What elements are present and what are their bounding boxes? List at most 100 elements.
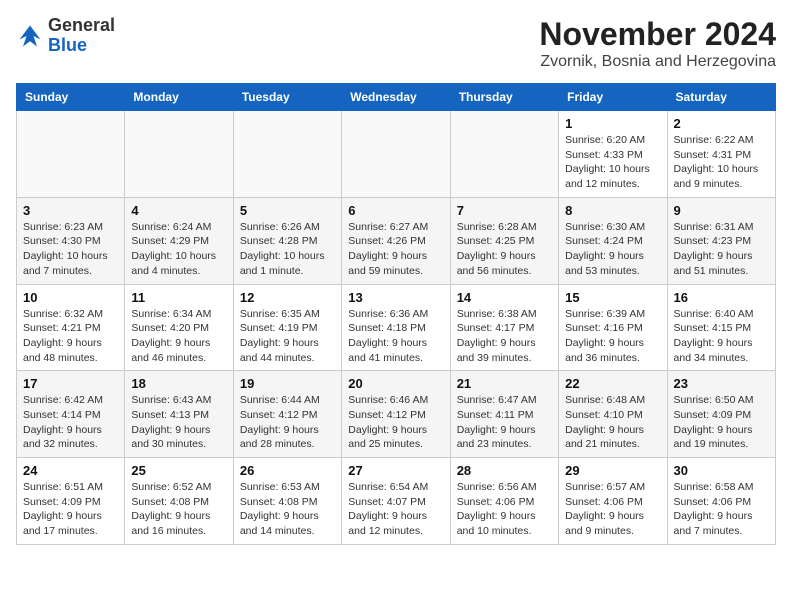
calendar-cell: 15Sunrise: 6:39 AM Sunset: 4:16 PM Dayli… (559, 284, 667, 371)
calendar-cell: 19Sunrise: 6:44 AM Sunset: 4:12 PM Dayli… (233, 371, 341, 458)
day-number: 25 (131, 463, 226, 478)
calendar-cell: 21 Sunrise: 6:47 AM Sunset: 4:11 PM Dayli… (450, 371, 558, 458)
day-info: Sunrise: 6:38 AM Sunset: 4:17 PM Dayligh… (457, 307, 552, 366)
calendar-cell: 16 Sunrise: 6:40 AM Sunset: 4:15 PM Dayli… (667, 284, 775, 371)
calendar-cell: 13Sunrise: 6:36 AM Sunset: 4:18 PM Dayli… (342, 284, 450, 371)
logo-blue-text: Blue (48, 36, 115, 56)
day-number: 10 (23, 290, 118, 305)
day-number: 17 (23, 376, 118, 391)
day-number: 3 (23, 203, 118, 218)
calendar-table: SundayMondayTuesdayWednesdayThursdayFrid… (16, 83, 776, 545)
day-info: Sunrise: 6:26 AM Sunset: 4:28 PM Dayligh… (240, 220, 335, 279)
logo-icon (16, 22, 44, 50)
weekday-header-saturday: Saturday (667, 84, 775, 111)
calendar-cell: 17 Sunrise: 6:42 AM Sunset: 4:14 PM Dayli… (17, 371, 125, 458)
weekday-header-friday: Friday (559, 84, 667, 111)
month-year-title: November 2024 (539, 16, 776, 53)
day-info: Sunrise: 6:24 AM Sunset: 4:29 PM Dayligh… (131, 220, 226, 279)
day-number: 11 (131, 290, 226, 305)
calendar-cell (342, 111, 450, 198)
day-info: Sunrise: 6:43 AM Sunset: 4:13 PM Dayligh… (131, 393, 226, 452)
calendar-cell: 27 Sunrise: 6:54 AM Sunset: 4:07 PM Dayli… (342, 458, 450, 545)
calendar-cell: 7 Sunrise: 6:28 AM Sunset: 4:25 PM Daylig… (450, 197, 558, 284)
calendar-cell: 30Sunrise: 6:58 AM Sunset: 4:06 PM Dayli… (667, 458, 775, 545)
day-number: 1 (565, 116, 660, 131)
week-row-5: 24Sunrise: 6:51 AM Sunset: 4:09 PM Dayli… (17, 458, 776, 545)
calendar-cell: 1 Sunrise: 6:20 AM Sunset: 4:33 PM Daylig… (559, 111, 667, 198)
calendar-cell (17, 111, 125, 198)
weekday-header-thursday: Thursday (450, 84, 558, 111)
day-number: 4 (131, 203, 226, 218)
week-row-1: 1 Sunrise: 6:20 AM Sunset: 4:33 PM Daylig… (17, 111, 776, 198)
day-info: Sunrise: 6:34 AM Sunset: 4:20 PM Dayligh… (131, 307, 226, 366)
calendar-cell: 23 Sunrise: 6:50 AM Sunset: 4:09 PM Dayli… (667, 371, 775, 458)
day-info: Sunrise: 6:28 AM Sunset: 4:25 PM Dayligh… (457, 220, 552, 279)
logo-general-text: General (48, 16, 115, 36)
calendar-cell: 26 Sunrise: 6:53 AM Sunset: 4:08 PM Dayli… (233, 458, 341, 545)
day-info: Sunrise: 6:22 AM Sunset: 4:31 PM Dayligh… (674, 133, 769, 192)
day-number: 19 (240, 376, 335, 391)
calendar-cell: 10 Sunrise: 6:32 AM Sunset: 4:21 PM Dayli… (17, 284, 125, 371)
day-info: Sunrise: 6:56 AM Sunset: 4:06 PM Dayligh… (457, 480, 552, 539)
day-number: 26 (240, 463, 335, 478)
day-info: Sunrise: 6:54 AM Sunset: 4:07 PM Dayligh… (348, 480, 443, 539)
day-number: 27 (348, 463, 443, 478)
day-number: 14 (457, 290, 552, 305)
day-info: Sunrise: 6:47 AM Sunset: 4:11 PM Dayligh… (457, 393, 552, 452)
day-number: 21 (457, 376, 552, 391)
location-subtitle: Zvornik, Bosnia and Herzegovina (539, 53, 776, 71)
calendar-cell: 12Sunrise: 6:35 AM Sunset: 4:19 PM Dayli… (233, 284, 341, 371)
day-number: 29 (565, 463, 660, 478)
week-row-3: 10 Sunrise: 6:32 AM Sunset: 4:21 PM Dayli… (17, 284, 776, 371)
calendar-cell: 20 Sunrise: 6:46 AM Sunset: 4:12 PM Dayli… (342, 371, 450, 458)
calendar-cell: 2 Sunrise: 6:22 AM Sunset: 4:31 PM Daylig… (667, 111, 775, 198)
day-info: Sunrise: 6:53 AM Sunset: 4:08 PM Dayligh… (240, 480, 335, 539)
day-number: 16 (674, 290, 769, 305)
day-number: 5 (240, 203, 335, 218)
weekday-header-sunday: Sunday (17, 84, 125, 111)
day-number: 6 (348, 203, 443, 218)
day-info: Sunrise: 6:20 AM Sunset: 4:33 PM Dayligh… (565, 133, 660, 192)
day-number: 24 (23, 463, 118, 478)
calendar-cell: 18 Sunrise: 6:43 AM Sunset: 4:13 PM Dayli… (125, 371, 233, 458)
calendar-cell: 8 Sunrise: 6:30 AM Sunset: 4:24 PM Daylig… (559, 197, 667, 284)
day-number: 2 (674, 116, 769, 131)
weekday-header-row: SundayMondayTuesdayWednesdayThursdayFrid… (17, 84, 776, 111)
calendar-cell: 24Sunrise: 6:51 AM Sunset: 4:09 PM Dayli… (17, 458, 125, 545)
day-info: Sunrise: 6:42 AM Sunset: 4:14 PM Dayligh… (23, 393, 118, 452)
calendar-cell: 6Sunrise: 6:27 AM Sunset: 4:26 PM Daylig… (342, 197, 450, 284)
weekday-header-wednesday: Wednesday (342, 84, 450, 111)
calendar-cell: 11 Sunrise: 6:34 AM Sunset: 4:20 PM Dayli… (125, 284, 233, 371)
week-row-4: 17 Sunrise: 6:42 AM Sunset: 4:14 PM Dayli… (17, 371, 776, 458)
week-row-2: 3Sunrise: 6:23 AM Sunset: 4:30 PM Daylig… (17, 197, 776, 284)
logo: General Blue (16, 16, 115, 56)
day-number: 20 (348, 376, 443, 391)
calendar-cell: 5 Sunrise: 6:26 AM Sunset: 4:28 PM Daylig… (233, 197, 341, 284)
calendar-cell: 3Sunrise: 6:23 AM Sunset: 4:30 PM Daylig… (17, 197, 125, 284)
title-block: November 2024 Zvornik, Bosnia and Herzeg… (539, 16, 776, 71)
day-number: 13 (348, 290, 443, 305)
day-info: Sunrise: 6:40 AM Sunset: 4:15 PM Dayligh… (674, 307, 769, 366)
calendar-cell: 9 Sunrise: 6:31 AM Sunset: 4:23 PM Daylig… (667, 197, 775, 284)
day-number: 9 (674, 203, 769, 218)
day-number: 15 (565, 290, 660, 305)
day-info: Sunrise: 6:52 AM Sunset: 4:08 PM Dayligh… (131, 480, 226, 539)
day-info: Sunrise: 6:30 AM Sunset: 4:24 PM Dayligh… (565, 220, 660, 279)
day-info: Sunrise: 6:31 AM Sunset: 4:23 PM Dayligh… (674, 220, 769, 279)
calendar-cell (233, 111, 341, 198)
day-number: 30 (674, 463, 769, 478)
day-info: Sunrise: 6:46 AM Sunset: 4:12 PM Dayligh… (348, 393, 443, 452)
day-number: 22 (565, 376, 660, 391)
day-info: Sunrise: 6:50 AM Sunset: 4:09 PM Dayligh… (674, 393, 769, 452)
calendar-cell: 4 Sunrise: 6:24 AM Sunset: 4:29 PM Daylig… (125, 197, 233, 284)
day-info: Sunrise: 6:57 AM Sunset: 4:06 PM Dayligh… (565, 480, 660, 539)
day-number: 8 (565, 203, 660, 218)
day-info: Sunrise: 6:32 AM Sunset: 4:21 PM Dayligh… (23, 307, 118, 366)
weekday-header-tuesday: Tuesday (233, 84, 341, 111)
day-number: 18 (131, 376, 226, 391)
day-number: 7 (457, 203, 552, 218)
day-info: Sunrise: 6:48 AM Sunset: 4:10 PM Dayligh… (565, 393, 660, 452)
weekday-header-monday: Monday (125, 84, 233, 111)
day-number: 12 (240, 290, 335, 305)
day-number: 23 (674, 376, 769, 391)
